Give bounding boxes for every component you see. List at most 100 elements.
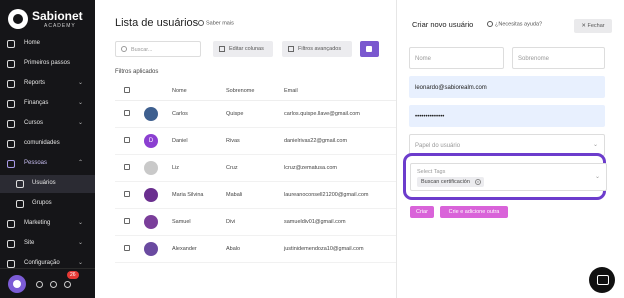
chevron-up-icon: ⌃ (77, 160, 83, 166)
edit-columns-button[interactable]: Editar colunas (213, 41, 273, 57)
avatar (144, 214, 158, 229)
community-icon (7, 140, 15, 148)
panel-title: Criar novo usuário (412, 20, 474, 29)
sidebar-item-site[interactable]: Site ⌄ (0, 235, 95, 253)
sidebar-item-pessoas[interactable]: Pessoas ⌃ (0, 155, 95, 173)
cell-first-name: Daniel (172, 127, 226, 155)
cell-last-name: Cruz (226, 154, 284, 182)
row-checkbox[interactable] (124, 136, 130, 143)
row-checkbox[interactable] (124, 109, 130, 116)
table-row[interactable]: Liz Cruz lcruz@zematusa.com (115, 154, 396, 182)
col-sobrenome[interactable]: Sobrenome (226, 82, 284, 101)
cell-email: justinidemendoza10@gmail.com (284, 235, 396, 263)
applied-filters-label: Filtros aplicados (115, 69, 159, 75)
chevron-down-icon: ⌄ (592, 142, 598, 148)
row-checkbox[interactable] (124, 217, 130, 224)
table-row[interactable]: Alexander Abalo justinidemendoza10@gmail… (115, 235, 396, 263)
first-name-field[interactable]: Nome (409, 47, 504, 69)
row-checkbox[interactable] (124, 163, 130, 170)
settings-icon (7, 260, 15, 268)
row-checkbox[interactable] (124, 190, 130, 197)
search-icon (121, 46, 127, 52)
money-icon (7, 100, 15, 108)
cell-last-name: Divi (226, 208, 284, 236)
sidebar-footer: 26 (0, 268, 95, 298)
columns-icon (219, 46, 225, 52)
avatar: D (144, 133, 158, 148)
chart-icon (7, 80, 15, 88)
advanced-filters-button[interactable]: Filtros avançados (282, 41, 352, 57)
create-and-add-button[interactable]: Crie e adicione outra (440, 206, 508, 218)
sidebar-item-reports[interactable]: Reports ⌄ (0, 75, 95, 93)
home-icon (7, 40, 15, 48)
tag-chip[interactable]: Buscan certificación × (417, 177, 484, 187)
users-list-area: Lista de usuários Saber mais Buscar... E… (95, 0, 396, 298)
table-row[interactable]: Carlos Quispe carlos.quispe.llave@gmail.… (115, 100, 396, 128)
help-circle-icon (198, 20, 204, 26)
tags-select[interactable]: Select Tags Buscan certificación × ⌄ (410, 163, 607, 191)
last-name-field[interactable]: Sobrenome (512, 47, 605, 69)
cell-email: lcruz@zematusa.com (284, 154, 396, 182)
sidebar-item-financas[interactable]: Finanças ⌄ (0, 95, 95, 113)
chevron-down-icon: ⌄ (77, 240, 83, 246)
table-row[interactable]: Samuel Divi samueldiv01@gmail.com (115, 208, 396, 236)
people-icon (7, 160, 15, 168)
sidebar-item-cursos[interactable]: Cursos ⌄ (0, 115, 95, 133)
email-field[interactable]: leonardo@sabiorealm.com (409, 76, 605, 98)
chat-support-button[interactable] (589, 267, 615, 293)
sidebar-item-usuarios[interactable]: Usuários (0, 175, 95, 193)
app-logo-icon[interactable] (8, 275, 26, 293)
cell-last-name: Quispe (226, 100, 284, 128)
col-nome[interactable]: Nome (172, 82, 226, 101)
cell-first-name: Carlos (172, 100, 226, 128)
cell-first-name: Samuel (172, 208, 226, 236)
sidebar-item-grupos[interactable]: Grupos (0, 195, 95, 213)
save-filter-button[interactable] (360, 41, 379, 57)
cell-last-name: Abalo (226, 235, 284, 263)
cell-last-name: Rivas (226, 127, 284, 155)
table-row[interactable]: D Daniel Rivas danielrivas22@gmail.com (115, 127, 396, 155)
group-icon (16, 200, 24, 208)
cell-email: danielrivas22@gmail.com (284, 127, 396, 155)
sidebar-item-primeiros-passos[interactable]: Primeiros passos (0, 55, 95, 73)
col-email[interactable]: Email (284, 82, 396, 101)
help-icon[interactable] (50, 281, 57, 288)
help-circle-icon (487, 21, 493, 27)
table-row[interactable]: Maria Silvina Mabali laureanoconsell2120… (115, 181, 396, 209)
brand-name: Sabionet (32, 9, 83, 23)
bell-icon[interactable] (64, 281, 71, 288)
remove-tag-icon[interactable]: × (474, 179, 481, 185)
avatar (144, 241, 158, 256)
row-checkbox[interactable] (124, 244, 130, 251)
filter-icon (288, 46, 294, 52)
brand-sub: ACADEMY (44, 23, 76, 29)
help-link[interactable]: ¿Necesitas ayuda? (487, 21, 542, 27)
sidebar-item-home[interactable]: Home (0, 35, 95, 53)
cell-email: carlos.quispe.llave@gmail.com (284, 100, 396, 128)
password-field[interactable]: •••••••••••••• (409, 105, 605, 127)
create-button[interactable]: Criar (410, 206, 434, 218)
chevron-down-icon: ⌄ (77, 260, 83, 266)
logo-icon (8, 9, 28, 29)
sidebar-item-marketing[interactable]: Marketing ⌄ (0, 215, 95, 233)
chevron-down-icon: ⌄ (594, 174, 600, 180)
user-icon (16, 180, 24, 188)
select-all-checkbox[interactable] (124, 86, 130, 93)
brand-logo[interactable]: Sabionet ACADEMY (8, 8, 88, 30)
cell-first-name: Liz (172, 154, 226, 182)
sidebar-item-comunidades[interactable]: comunidades (0, 135, 95, 153)
users-table: Nome Sobrenome Email Carlos Quispe carlo… (115, 82, 396, 263)
rocket-icon (7, 60, 15, 68)
chevron-down-icon: ⌄ (77, 220, 83, 226)
chevron-down-icon: ⌄ (77, 100, 83, 106)
chevron-down-icon: ⌄ (77, 80, 83, 86)
table-header: Nome Sobrenome Email (115, 82, 396, 101)
cell-first-name: Maria Silvina (172, 181, 226, 209)
close-button[interactable]: ✕ Fechar (574, 19, 612, 33)
sidebar: Sabionet ACADEMY Home Primeiros passos R… (0, 0, 95, 298)
settings-icon[interactable] (36, 281, 43, 288)
book-icon (7, 120, 15, 128)
search-input[interactable]: Buscar... (115, 41, 201, 57)
saber-mais-link[interactable]: Saber mais (198, 20, 234, 26)
chevron-down-icon: ⌄ (77, 120, 83, 126)
